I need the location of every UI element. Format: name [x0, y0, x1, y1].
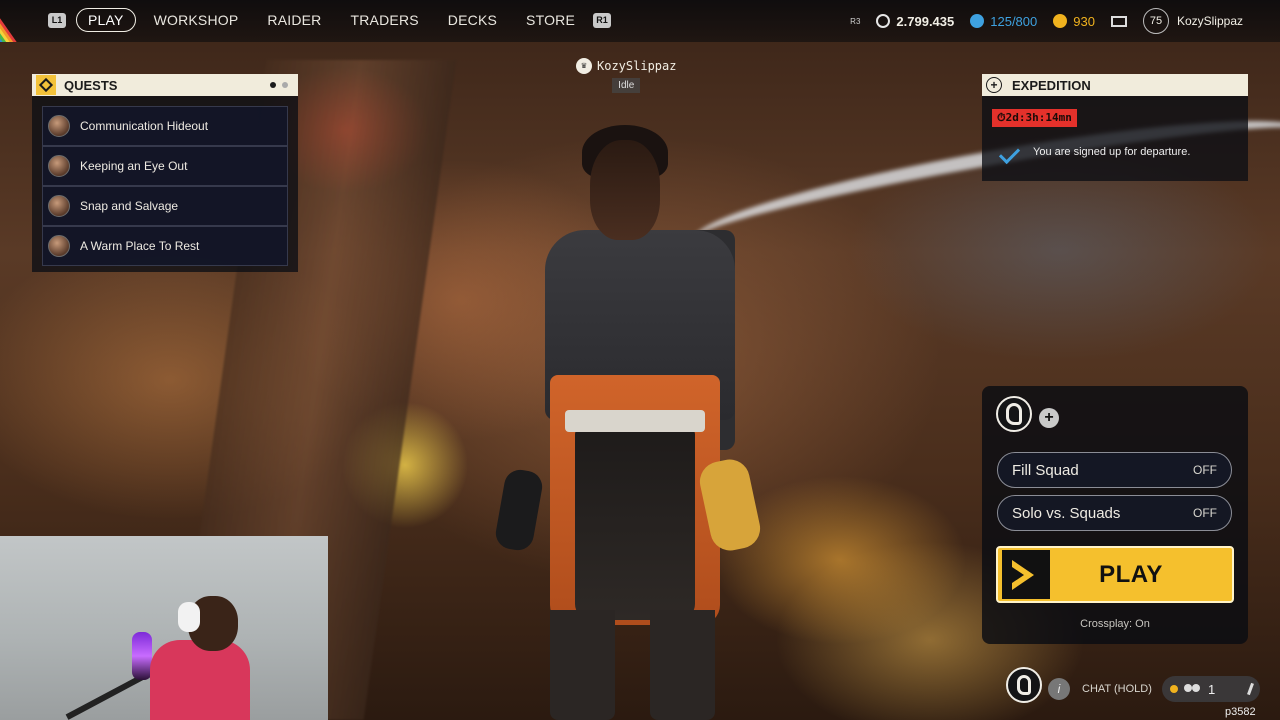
quest-giver-avatar — [48, 195, 70, 217]
tokens-value: 930 — [1073, 13, 1095, 29]
quest-item[interactable]: Communication Hideout — [42, 106, 288, 146]
edit-icon — [1247, 682, 1254, 696]
tickets-value: 125/800 — [990, 13, 1038, 29]
expedition-panel: + EXPEDITION ⏱2d:3h:14mn You are signed … — [982, 74, 1248, 181]
quest-label: Keeping an Eye Out — [80, 159, 188, 173]
quest-giver-avatar — [48, 155, 70, 177]
solo-vs-squads-toggle[interactable]: Solo vs. Squads OFF — [997, 495, 1232, 531]
player-name: KozySlippaz — [597, 59, 677, 73]
quest-label: A Warm Place To Rest — [80, 239, 200, 253]
quest-giver-avatar — [48, 115, 70, 137]
r1-button-hint: R1 — [593, 12, 612, 28]
coins-value: 2.799.435 — [896, 13, 955, 29]
expedition-title: EXPEDITION — [1012, 77, 1091, 93]
expedition-timer: ⏱2d:3h:14mn — [992, 109, 1077, 127]
tab-traders[interactable]: TRADERS — [340, 9, 430, 31]
crown-icon: ♛ — [576, 58, 592, 74]
play-chevron-icon — [1002, 550, 1050, 599]
check-icon — [998, 145, 1020, 159]
quest-diamond-icon — [36, 75, 56, 95]
toggle-label: Solo vs. Squads — [1012, 504, 1121, 522]
profile-button[interactable]: 75 KozySlippaz — [1142, 8, 1243, 34]
quest-label: Snap and Salvage — [80, 199, 179, 213]
add-squad-member-button[interactable]: + — [1039, 408, 1059, 428]
player-character — [490, 120, 780, 720]
r3-button-hint: R3 — [850, 16, 861, 26]
character-left-glove — [493, 467, 545, 553]
quests-header: QUESTS — [32, 74, 298, 96]
token-icon — [1053, 14, 1068, 28]
quest-list: Communication Hideout Keeping an Eye Out… — [32, 96, 298, 272]
watermark-label: p3582 — [1225, 706, 1256, 718]
coin-icon — [876, 14, 891, 28]
tab-play[interactable]: PLAY — [76, 8, 136, 32]
play-button[interactable]: PLAY — [996, 546, 1234, 603]
tab-decks[interactable]: DECKS — [437, 9, 508, 31]
fill-squad-toggle[interactable]: Fill Squad OFF — [997, 452, 1232, 488]
coins-display: 2.799.435 — [876, 14, 954, 29]
departure-message: You are signed up for departure. — [1033, 146, 1191, 158]
page-dot-active — [270, 82, 276, 88]
username-label: KozySlippaz — [1176, 14, 1243, 28]
quest-item[interactable]: Keeping an Eye Out — [42, 146, 288, 186]
people-icon — [1184, 683, 1202, 695]
status-dot-icon — [1170, 685, 1178, 693]
tab-store[interactable]: STORE — [515, 9, 586, 31]
party-count: 1 — [1208, 681, 1216, 697]
level-badge: 75 — [1142, 8, 1169, 34]
toggle-state: OFF — [1193, 463, 1217, 477]
player-nameplate: ♛ KozySlippaz Idle — [576, 58, 676, 93]
character-apron — [575, 430, 695, 620]
character-left-leg — [550, 610, 615, 720]
expedition-timer-value: 2d:3h:14mn — [1005, 111, 1072, 124]
tab-raider[interactable]: RAIDER — [256, 9, 332, 31]
departure-status: You are signed up for departure. — [992, 145, 1238, 159]
quests-page-dots[interactable] — [270, 82, 288, 88]
bottom-hud: i CHAT (HOLD) 1 — [1004, 664, 1280, 708]
play-button-label: PLAY — [1099, 560, 1163, 588]
info-icon[interactable]: i — [1048, 678, 1070, 700]
squad-leader-avatar[interactable] — [996, 396, 1032, 432]
mail-icon — [1110, 15, 1127, 27]
crossplay-status: Crossplay: On — [1080, 618, 1150, 630]
streamer-webcam — [0, 536, 328, 720]
quest-item[interactable]: A Warm Place To Rest — [42, 226, 288, 266]
player-status-badge: Idle — [612, 78, 641, 93]
party-chip[interactable]: 1 — [1162, 676, 1260, 702]
character-belt — [565, 410, 705, 432]
expedition-body: ⏱2d:3h:14mn You are signed up for depart… — [982, 96, 1248, 181]
toggle-label: Fill Squad — [1012, 461, 1079, 479]
quest-label: Communication Hideout — [80, 119, 209, 133]
tab-workshop[interactable]: WORKSHOP — [143, 9, 250, 31]
quests-panel: QUESTS Communication Hideout Keeping an … — [32, 74, 298, 272]
currency-hud: R3 2.799.435 125/800 930 75 KozySlippaz — [850, 0, 1280, 42]
microphone — [132, 632, 152, 680]
page-dot-inactive — [282, 82, 288, 88]
headphones — [178, 602, 200, 632]
streamer-body — [150, 640, 250, 720]
quest-item[interactable]: Snap and Salvage — [42, 186, 288, 226]
squad-panel: + Fill Squad OFF Solo vs. Squads OFF PLA… — [982, 386, 1248, 644]
expedition-header[interactable]: + EXPEDITION — [982, 74, 1248, 96]
expand-plus-icon: + — [986, 77, 1002, 93]
quests-title: QUESTS — [64, 77, 118, 93]
tokens-display: 930 — [1053, 14, 1095, 29]
tickets-display: 125/800 — [970, 14, 1037, 29]
main-nav: L1 PLAY WORKSHOP RAIDER TRADERS DECKS ST… — [48, 8, 612, 32]
player-name-row: ♛ KozySlippaz — [576, 58, 676, 74]
character-right-leg — [650, 610, 715, 720]
l1-button-hint: L1 — [48, 12, 66, 28]
top-nav-bar: L1 PLAY WORKSHOP RAIDER TRADERS DECKS ST… — [0, 0, 1280, 42]
quest-giver-avatar — [48, 235, 70, 257]
chat-hold-label[interactable]: CHAT (HOLD) — [1082, 683, 1152, 695]
player-avatar[interactable] — [1006, 667, 1042, 703]
character-head — [590, 140, 660, 240]
toggle-state: OFF — [1193, 506, 1217, 520]
mail-button[interactable] — [1110, 15, 1127, 27]
rainbow-stripes-icon — [0, 0, 42, 42]
ticket-icon — [970, 14, 985, 28]
